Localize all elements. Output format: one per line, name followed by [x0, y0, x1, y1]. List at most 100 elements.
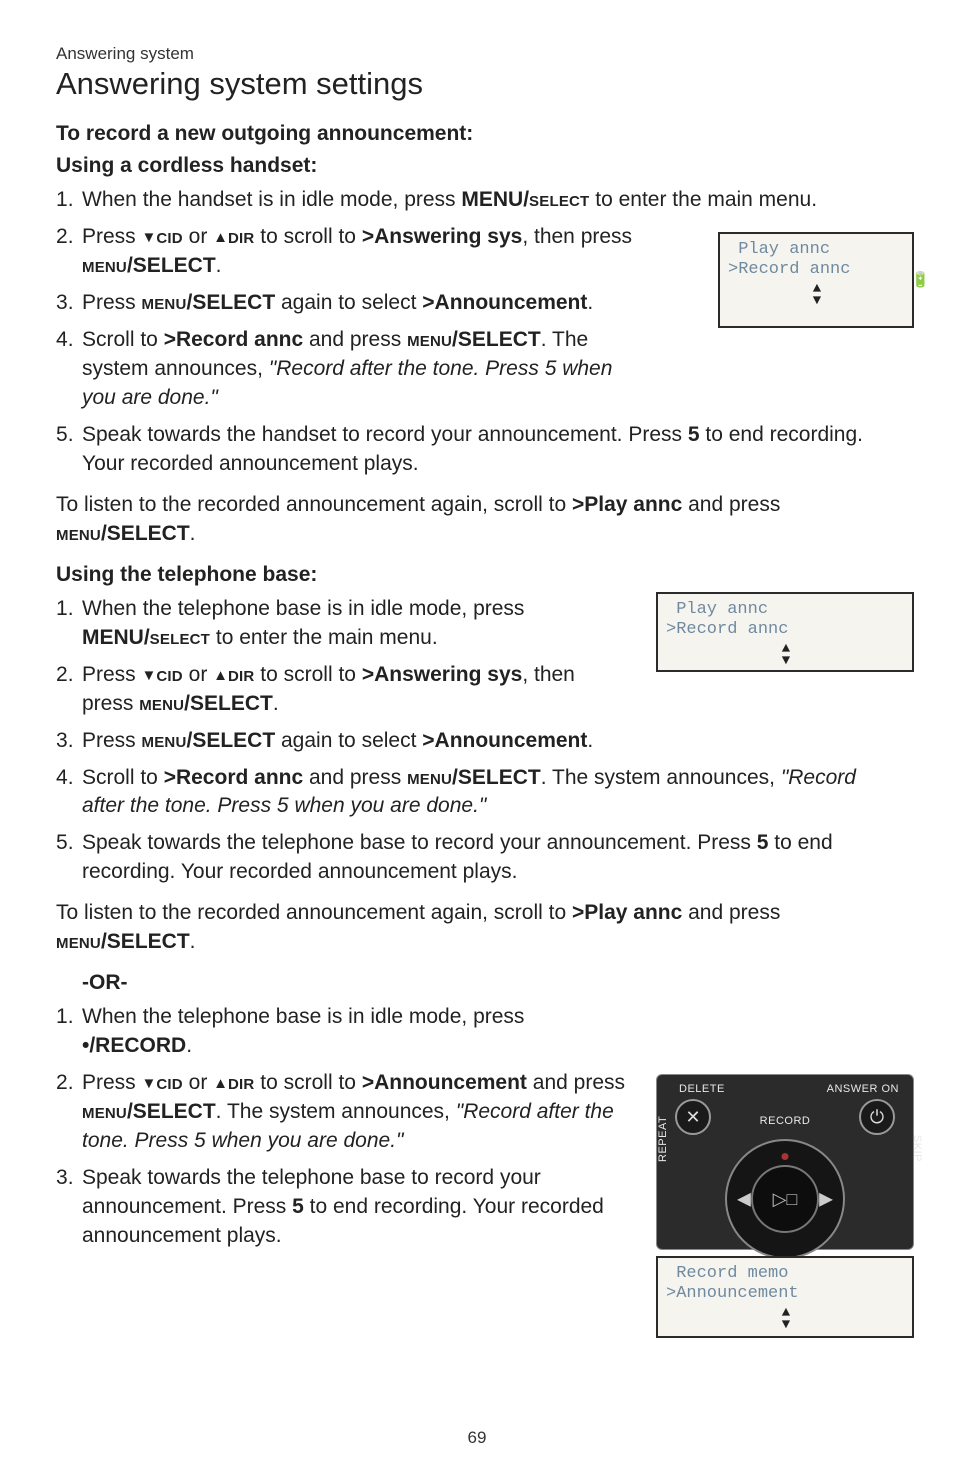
step-2: Press cid or dir to scroll to >Announcem… [56, 1069, 626, 1156]
lcd-line: >Announcement [666, 1284, 906, 1304]
text: /SELECT [186, 291, 275, 314]
step-3: Press menu/SELECT again to select >Annou… [56, 289, 646, 318]
text: Press [82, 663, 142, 686]
breadcrumb: Answering system [56, 44, 898, 64]
text: >Play annc [572, 901, 682, 924]
text: Press [82, 225, 142, 248]
or-separator: -OR- [82, 971, 898, 995]
text: /SELECT [184, 692, 273, 715]
skip-label: SKIP [911, 1135, 923, 1162]
text: When the handset is in idle mode, press [82, 188, 461, 211]
text: When the telephone base is in idle mode,… [82, 597, 524, 620]
text: . [587, 729, 593, 752]
record-label: RECORD [760, 1115, 811, 1127]
text: >Announcement [422, 729, 587, 752]
text: menu [56, 522, 101, 545]
lcd-line: Record memo [666, 1264, 906, 1284]
sub-heading-handset: Using a cordless handset: [56, 154, 898, 178]
text: >Record annc [164, 766, 303, 789]
step-1: When the telephone base is in idle mode,… [56, 1003, 626, 1061]
up-triangle-icon [213, 663, 228, 686]
text: select [150, 626, 210, 649]
text: menu [139, 692, 184, 715]
text: MENU/ [461, 188, 529, 211]
text: menu [56, 930, 101, 953]
up-triangle-icon [213, 1071, 228, 1094]
step-2: Press cid or dir to scroll to >Answering… [56, 223, 646, 281]
jog-wheel[interactable]: ◀◀ ▶▶ ▷□ [725, 1139, 845, 1259]
phone-base-controls: DELETE ANSWER ON RECORD REPEAT SKIP ✕ ⏻ … [656, 1074, 914, 1250]
text: •/RECORD [82, 1034, 186, 1057]
step-3: Press menu/SELECT again to select >Annou… [56, 727, 898, 756]
text: . The system announces, [541, 766, 781, 789]
text: . [216, 254, 222, 277]
text: /SELECT [101, 522, 190, 545]
nav-arrows-icon: ▲ ▼ [666, 643, 906, 668]
step-4: Scroll to >Record annc and press menu/SE… [56, 764, 898, 822]
text: dir [228, 663, 254, 686]
text: To listen to the recorded announcement a… [56, 493, 572, 516]
x-icon: ✕ [685, 1107, 700, 1128]
text: dir [228, 1071, 254, 1094]
answer-on-button[interactable]: ⏻ [859, 1099, 895, 1135]
text: Press [82, 291, 142, 314]
section-heading: To record a new outgoing announcement: [56, 122, 898, 146]
up-triangle-icon [213, 225, 228, 248]
text: menu [142, 729, 187, 752]
step-2: Press cid or dir to scroll to >Answering… [56, 661, 626, 719]
text: When the telephone base is in idle mode,… [82, 1005, 524, 1028]
text: /SELECT [186, 729, 275, 752]
text: menu [407, 328, 452, 351]
delete-label: DELETE [679, 1083, 725, 1095]
text: 5 [292, 1195, 304, 1218]
listen-para-2: To listen to the recorded announcement a… [56, 899, 898, 957]
text: 5 [757, 831, 769, 854]
lcd-line: >Record annc [728, 260, 906, 280]
text: 5 [688, 423, 700, 446]
text: and press [682, 901, 780, 924]
text: or [183, 225, 213, 248]
text: and press [527, 1071, 625, 1094]
sub-heading-base: Using the telephone base: [56, 563, 898, 587]
text: >Play annc [572, 493, 682, 516]
text: /SELECT [127, 254, 216, 277]
text: again to select [275, 291, 422, 314]
page-title: Answering system settings [56, 66, 898, 102]
down-triangle-icon [142, 225, 157, 248]
text: menu [407, 766, 452, 789]
down-triangle-icon [142, 663, 157, 686]
repeat-label: REPEAT [657, 1116, 669, 1162]
lcd-record-menu: Record memo >Announcement ▲ ▼ [656, 1256, 914, 1338]
text: To listen to the recorded announcement a… [56, 901, 572, 924]
play-stop-button[interactable]: ▷□ [751, 1165, 819, 1233]
down-triangle-icon [142, 1071, 157, 1094]
text: >Announcement [362, 1071, 527, 1094]
text: >Announcement [422, 291, 587, 314]
text: . The system announces, [216, 1100, 456, 1123]
text: >Answering sys [362, 225, 522, 248]
step-1: When the telephone base is in idle mode,… [56, 595, 626, 653]
text: >Record annc [164, 328, 303, 351]
delete-button[interactable]: ✕ [675, 1099, 711, 1135]
text: . [190, 522, 196, 545]
text: to scroll to [254, 663, 361, 686]
text: and press [303, 328, 407, 351]
step-5: Speak towards the telephone base to reco… [56, 829, 898, 887]
text: cid [156, 1071, 182, 1094]
text: again to select [275, 729, 422, 752]
page-number: 69 [468, 1428, 487, 1448]
lcd-base: Play annc >Record annc ▲ ▼ [656, 592, 914, 672]
battery-icon: 🔋 [911, 271, 930, 290]
steps-handset: When the handset is in idle mode, press … [56, 186, 898, 479]
text: to enter the main menu. [589, 188, 817, 211]
text: Speak towards the handset to record your… [82, 423, 688, 446]
text: or [183, 663, 213, 686]
power-icon: ⏻ [870, 1107, 884, 1128]
text: . [186, 1034, 192, 1057]
text: or [183, 1071, 213, 1094]
text: /SELECT [452, 328, 541, 351]
text: menu [82, 254, 127, 277]
lcd-line: Play annc [728, 240, 906, 260]
nav-arrows-icon: ▲ ▼ [666, 1307, 906, 1332]
text: /SELECT [452, 766, 541, 789]
